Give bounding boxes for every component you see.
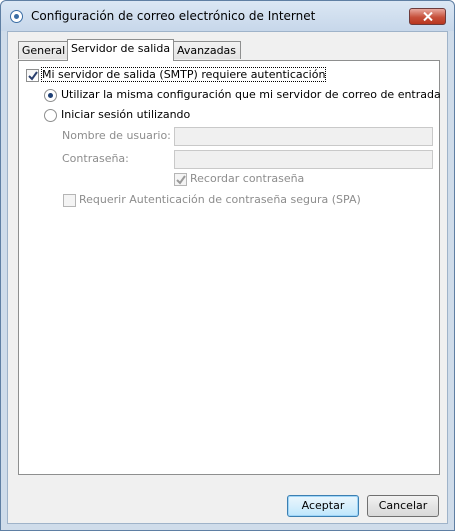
remember-password-checkbox[interactable] (174, 173, 187, 186)
smtp-auth-label[interactable]: Mi servidor de salida (SMTP) requiere au… (40, 67, 327, 82)
spa-label[interactable]: Requerir Autenticación de contraseña seg… (79, 193, 361, 206)
use-same-settings-label[interactable]: Utilizar la misma configuración que mi s… (61, 88, 441, 101)
title-bar[interactable]: Configuración de correo electrónico de I… (1, 1, 454, 31)
log-on-using-label[interactable]: Iniciar sesión utilizando (61, 108, 190, 121)
outlook-app-icon (10, 10, 23, 23)
dialog-window: Configuración de correo electrónico de I… (0, 0, 455, 531)
tab-label: Avanzadas (176, 44, 237, 57)
remember-password-label[interactable]: Recordar contraseña (190, 172, 304, 185)
use-same-settings-radio[interactable] (44, 89, 57, 102)
tab-label: General (21, 44, 66, 57)
username-label: Nombre de usuario: (62, 129, 171, 142)
password-input[interactable] (174, 150, 433, 169)
window-title: Configuración de correo electrónico de I… (31, 9, 316, 23)
username-input[interactable] (174, 127, 433, 146)
tab-label: Servidor de salida (70, 42, 171, 55)
spa-checkbox[interactable] (63, 194, 76, 207)
password-label: Contraseña: (62, 152, 129, 165)
close-icon (423, 12, 433, 21)
checkmark-icon (176, 175, 186, 185)
checkmark-icon (28, 71, 38, 81)
tab-outgoing-server[interactable]: Servidor de salida (67, 39, 174, 61)
tab-advanced[interactable]: Avanzadas (172, 41, 241, 59)
log-on-using-radio[interactable] (44, 109, 57, 122)
close-button[interactable] (409, 8, 446, 25)
outgoing-server-panel: Mi servidor de salida (SMTP) requiere au… (18, 60, 441, 475)
cancel-button[interactable]: Cancelar (367, 495, 439, 517)
ok-button[interactable]: Aceptar (287, 495, 359, 517)
smtp-auth-checkbox[interactable] (26, 69, 39, 82)
dialog-body: General Servidor de salida Avanzadas Mi … (7, 31, 448, 524)
tab-general[interactable]: General (18, 41, 69, 59)
